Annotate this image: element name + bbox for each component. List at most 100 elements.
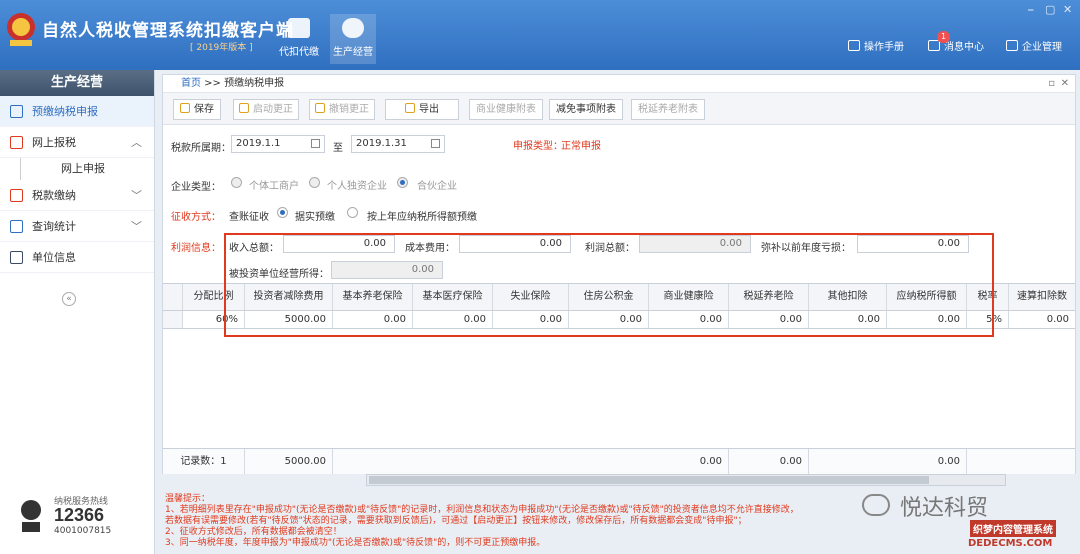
maximize-button[interactable]: ▢ (1045, 3, 1055, 16)
enterprise-type-radio-3[interactable] (397, 177, 408, 188)
column-header: 应纳税所得额 (887, 284, 967, 310)
wallet-icon (288, 18, 310, 38)
column-header: 基本医疗保险 (413, 284, 493, 310)
column-header: 住房公积金 (569, 284, 649, 310)
column-header: 失业保险 (493, 284, 569, 310)
period-from-input[interactable]: 2019.1.1 (231, 135, 325, 153)
message-center-link[interactable]: 1 消息中心 (928, 31, 984, 53)
table-cell[interactable]: 0.00 (569, 311, 649, 328)
calendar-icon[interactable] (431, 139, 440, 148)
coins-icon (342, 18, 364, 38)
breadcrumb-home[interactable]: 首页 (181, 78, 201, 89)
table-cell[interactable]: 5% (967, 311, 1009, 328)
levy-radio-actual[interactable] (277, 207, 288, 218)
footer-pension: 0.00 (729, 449, 809, 474)
table-row[interactable]: 60% 5000.00 0.00 0.00 0.00 0.00 0.00 0.0… (163, 311, 1075, 329)
pension-schedule-button[interactable]: 税延养老附表 (631, 99, 705, 120)
enterprise-link[interactable]: 企业管理 (1006, 38, 1062, 53)
enterprise-type-option-2: 个人独资企业 (327, 181, 387, 192)
enterprise-type-radio-1[interactable] (231, 177, 242, 188)
sidebar-item-online-tax[interactable]: 网上报税 ︿ (0, 127, 154, 158)
sidebar-item-tax-payment[interactable]: 税款缴纳 ﹀ (0, 180, 154, 211)
payment-icon (10, 189, 23, 202)
cost-label: 成本费用： (405, 243, 455, 254)
toolbar: 保存 启动更正 撤销更正 导出 商业健康附表 减免事项附表 税延养老附表 (163, 93, 1075, 125)
sidebar-item-prepay[interactable]: 预缴纳税申报 (0, 96, 154, 127)
column-header: 投资者减除费用 (245, 284, 333, 310)
table-footer-row: 记录数：1 5000.00 0.00 0.00 0.00 (163, 448, 1075, 474)
column-header: 速算扣除数 (1017, 291, 1067, 302)
calendar-icon[interactable] (311, 139, 320, 148)
declare-type-value: 正常申报 (561, 141, 601, 152)
table-header-row: 分配比例 投资者减除费用 基本养老保险 基本医疗保险 失业保险 住房公积金 商业… (163, 284, 1075, 311)
sidebar-item-unit-info[interactable]: 单位信息 (0, 242, 154, 273)
start-correction-button[interactable]: 启动更正 (233, 99, 299, 120)
cancel-correction-button[interactable]: 撤销更正 (309, 99, 375, 120)
manual-link[interactable]: 操作手册 (848, 38, 904, 53)
loss-input[interactable]: 0.00 (857, 235, 969, 253)
table-cell[interactable]: 0.00 (649, 311, 729, 328)
footer-taxable: 0.00 (887, 449, 967, 474)
scrollbar-thumb[interactable] (369, 476, 929, 484)
main-panel: 首页 >> 预缴纳税申报 ▫ ✕ 保存 启动更正 撤销更正 导出 商业健康附表 … (162, 74, 1076, 474)
app-title: 自然人税收管理系统扣缴客户端 (42, 21, 294, 41)
close-button[interactable]: ✕ (1063, 3, 1072, 16)
investee-input: 0.00 (331, 261, 443, 279)
column-header: 分配比例 (183, 284, 245, 310)
tips-line: 3、同一纳税年度，年度申报为"申报成功"(无论是否缴款)或"待反馈"的，则不可更… (165, 538, 546, 548)
levy-option-actual: 据实预缴 (295, 212, 335, 223)
table-cell[interactable]: 0.00 (333, 311, 413, 328)
chevron-down-icon: ﹀ (131, 189, 142, 202)
export-icon (405, 103, 415, 113)
table-cell[interactable]: 0.00 (413, 311, 493, 328)
table-cell[interactable]: 5000.00 (245, 311, 333, 328)
relief-schedule-button[interactable]: 减免事项附表 (549, 99, 623, 120)
restore-icon[interactable]: ▫ (1048, 75, 1055, 93)
export-button[interactable]: 导出 (385, 99, 459, 120)
table-cell[interactable]: 0.00 (809, 311, 887, 328)
watermark-domain: DEDECMS.COM (968, 538, 1053, 549)
breadcrumb-current: 预缴纳税申报 (224, 78, 285, 89)
chart-icon (10, 220, 23, 233)
collapse-sidebar-button[interactable]: « (62, 292, 76, 306)
module-business[interactable]: 生产经营 (330, 14, 376, 64)
cost-input[interactable]: 0.00 (459, 235, 571, 253)
breadcrumb: 首页 >> 预缴纳税申报 ▫ ✕ (163, 75, 1075, 93)
trash-icon (315, 103, 325, 113)
message-count-badge: 1 (937, 31, 950, 43)
building-icon (1006, 40, 1018, 51)
hotline-panel: 纳税服务热线 12366 4001007815 (14, 494, 134, 544)
close-tab-icon[interactable]: ✕ (1061, 75, 1069, 93)
minimize-button[interactable]: ⎯ (1028, 3, 1034, 17)
save-icon (180, 103, 190, 113)
levy-radio-last-year[interactable] (347, 207, 358, 218)
headset-icon (21, 500, 41, 532)
footer-health: 0.00 (649, 449, 729, 474)
table-cell[interactable]: 0.00 (1009, 311, 1075, 328)
income-input[interactable]: 0.00 (283, 235, 395, 253)
hotline-number: 12366 (54, 505, 105, 525)
to-label: 至 (333, 143, 343, 154)
period-label: 税款所属期： (171, 143, 231, 154)
table-cell[interactable]: 60% (183, 311, 245, 328)
table-cell[interactable]: 0.00 (887, 311, 967, 328)
enterprise-type-radio-2[interactable] (309, 177, 320, 188)
profit-label: 利润信息： (171, 243, 221, 254)
watermark-site: 织梦内容管理系统 (970, 520, 1056, 537)
health-schedule-button[interactable]: 商业健康附表 (469, 99, 543, 120)
period-to-input[interactable]: 2019.1.31 (351, 135, 445, 153)
sidebar-item-online-declare[interactable]: 网上申报 (20, 158, 154, 180)
horizontal-scrollbar[interactable] (366, 474, 1006, 486)
declare-type-label: 申报类型： (513, 141, 563, 152)
investee-label: 被投资单位经营所得： (229, 269, 329, 280)
save-button[interactable]: 保存 (173, 99, 221, 120)
sidebar-item-query[interactable]: 查询统计 ﹀ (0, 211, 154, 242)
table-cell[interactable]: 0.00 (729, 311, 809, 328)
chevron-up-icon: ︿ (131, 136, 142, 149)
column-header: 税延养老险 (729, 284, 809, 310)
chevron-down-icon: ﹀ (131, 220, 142, 233)
module-withholding[interactable]: 代扣代缴 (276, 14, 322, 64)
table-cell[interactable]: 0.00 (493, 311, 569, 328)
mail-icon: 1 (928, 31, 950, 51)
levy-option-last-year: 按上年应纳税所得额预缴 (367, 212, 477, 223)
